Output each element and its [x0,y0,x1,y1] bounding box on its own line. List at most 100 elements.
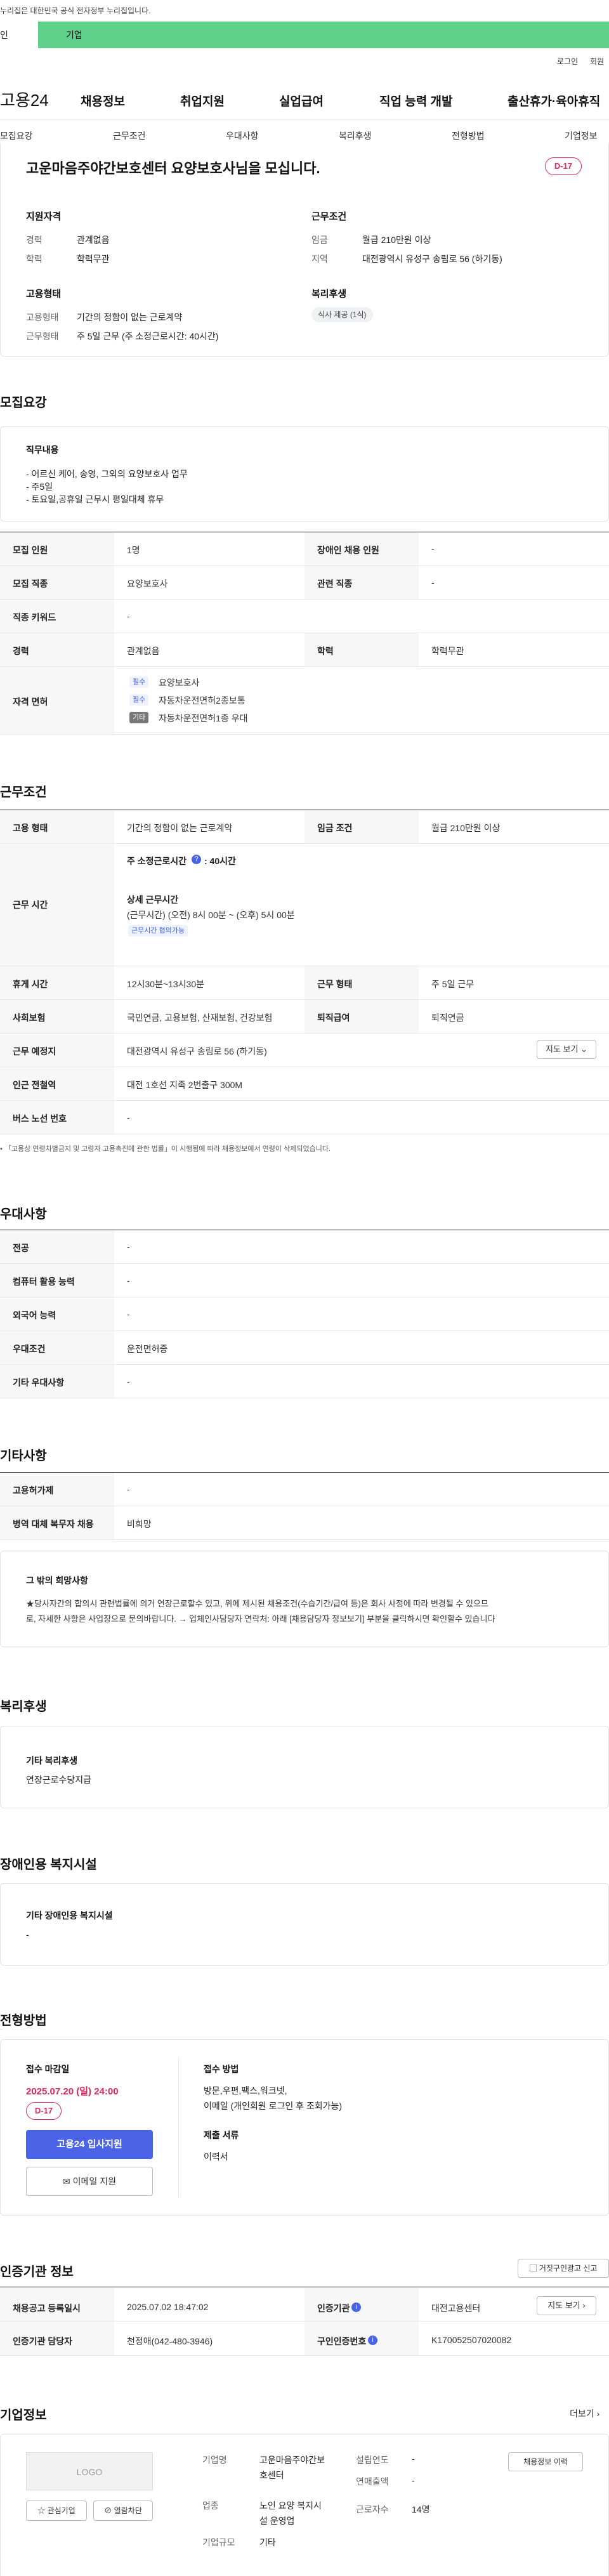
gov-notice-bar: 누리집은 대한민국 공식 전자정부 누리집입니다. [0,0,609,22]
subnav-conditions[interactable]: 근무조건 [113,129,146,142]
map-view-button[interactable]: 지도 보기 ⌄ [537,1040,596,1059]
gnb-item-vocational-training[interactable]: 직업 능력 개발 [379,92,452,109]
industry-value: 설 운영업 [259,2516,295,2526]
table-label: 모집 직종 [13,579,48,589]
company-size-value: 기타 [259,2537,276,2547]
dday-badge: D-17 [545,157,582,175]
area-label: 지역 [311,254,328,264]
favorite-company-button[interactable]: ☆ 관심기업 [26,2500,87,2521]
welfare-heading: 복리후생 [311,289,347,299]
table-value: 2025.07.02 18:47:02 [127,2302,209,2312]
subnav-welfare[interactable]: 복리후생 [339,129,372,142]
join-link[interactable]: 회원 [590,56,604,67]
gnb-item-jobs[interactable]: 채용정보 [81,92,125,109]
info-icon[interactable]: i [368,2336,377,2345]
table-label: 모집 인원 [13,545,48,555]
table-value: - [431,544,435,554]
company-section-title: 기업정보 [0,2408,47,2422]
tab-corporate[interactable]: 기업 [38,22,609,48]
license-tag: 기타 [129,712,149,723]
career-label: 경력 [26,235,43,245]
table-label: 고용 형태 [13,823,48,833]
employment-type-heading: 고용형태 [26,289,62,299]
gnb-item-employment-support[interactable]: 취업지원 [180,92,225,109]
login-link[interactable]: 로그인 [557,56,578,67]
table-label: 외국어 능력 [13,1310,56,1320]
subnav-recruit[interactable]: 모집요강 [0,129,33,142]
duty-card: 직무내용 - 어르신 케어, 송영, 그외의 요양보호사 업무 - 주5일 - … [0,426,609,522]
table-value: - [127,1309,130,1319]
disabled-section-title: 장애인용 복지시설 [0,1858,97,1872]
table-value: 퇴직연금 [431,1013,464,1023]
apply-card: 접수 마감일 2025.07.20 (일) 24:00 D-17 고용24 입사… [0,2039,609,2216]
table-label: 전공 [13,1243,29,1253]
mail-icon: ✉ [63,2176,70,2186]
founded-value: - [412,2454,415,2464]
table-value: 기간의 정함이 없는 근로계약 [127,823,233,833]
info-icon[interactable]: ? [192,855,201,864]
industry-value: 노인 요양 복지시 [259,2500,322,2511]
welfare-box-heading: 기타 복리후생 [26,1756,78,1766]
table-label: 근무 형태 [317,979,353,989]
table-value: 비희망 [127,1519,152,1529]
table-value: 국민연금, 고용보험, 산재보험, 건강보험 [127,1013,273,1023]
table-label: 구인인증번호 [317,2336,367,2346]
star-icon: ☆ [37,2506,46,2515]
disabled-card: 기타 장애인용 복지시설 - [0,1883,609,1966]
weekly-hours-value: : 40시간 [204,856,236,866]
other-wishes-card: 그 밖의 희망사항 ★당사자간의 합의시 관련법률에 의거 연장근로할수 있고,… [0,1551,609,1647]
table-label: 관련 직종 [317,579,353,589]
apply-button[interactable]: 고용24 입사지원 [26,2130,153,2159]
table-label: 근무 예정지 [13,1046,56,1056]
false-ad-report-button[interactable]: ▢ 거짓구인광고 신고 [518,2259,609,2278]
company-logo-placeholder: LOGO [26,2452,153,2490]
hiring-history-button[interactable]: 채용정보 이력 [508,2452,583,2471]
table-label: 인증기관 [317,2303,350,2313]
row-divider [0,734,609,735]
employees-label: 근로자수 [356,2504,389,2514]
license-tag: 필수 [129,694,149,706]
table-label: 장애인 채용 인원 [317,545,379,555]
emp-type-label: 고용형태 [26,312,59,322]
table-value: - [127,1275,130,1285]
block-company-button[interactable]: ⊘ 열람차단 [93,2500,153,2521]
wage-label: 임금 [311,235,328,245]
subnav-preferences[interactable]: 우대사항 [226,129,259,142]
site-logo[interactable]: 고용24 [0,88,49,111]
company-card: LOGO ☆ 관심기업 ⊘ 열람차단 기업명 고운마음주야간보 호센터 설립연도… [0,2434,609,2576]
table-value: 요양보호사 [127,579,168,589]
gnb-divider [0,119,609,120]
map-view-label: 지도 보기 [546,1044,579,1054]
table-value: 천정애(042-480-3946) [127,2336,213,2346]
age-notice: • 「고용상 연령차별금지 및 고령자 고용촉진에 관한 법률」이 시행됨에 따… [0,1145,331,1153]
wage-value: 월급 210만원 이상 [362,235,431,245]
row-divider [0,2355,609,2356]
block-icon: ⊘ [104,2506,112,2515]
company-more-link[interactable]: 더보기 › [570,2407,599,2420]
duty-line: - 어르신 케어, 송영, 그외의 요양보호사 업무 [26,469,188,479]
other-wishes-text: 로, 자세한 사항은 사업장으로 문의바랍니다. → 업체인사담당자 연락처: … [26,1614,495,1624]
work-location-value: 대전광역시 유성구 송림로 56 (하기동) [127,1046,267,1056]
subnav-company[interactable]: 기업정보 [565,129,598,142]
cert-map-button[interactable]: 지도 보기 › [537,2296,596,2315]
subnav-selection[interactable]: 전형방법 [452,129,485,142]
qualification-heading: 지원자격 [26,211,62,222]
table-label: 학력 [317,646,334,656]
tab-personal[interactable]: 인 [0,22,38,48]
info-icon[interactable]: i [351,2303,361,2312]
email-apply-button[interactable]: ✉ 이메일 지원 [26,2167,153,2196]
license-name: 요양보호사 [159,678,200,688]
work-section-title: 근무조건 [0,785,47,799]
table-value: - [127,611,130,621]
row-divider [0,2321,609,2322]
gnb-item-unemployment-benefit[interactable]: 실업급여 [279,92,324,109]
table-label: 경력 [13,646,29,656]
table-label: 자격 면허 [13,697,48,707]
other-wishes-heading: 그 밖의 희망사항 [26,1575,88,1586]
sales-value: - [412,2475,415,2485]
gnb-item-parental-leave[interactable]: 출산휴가·육아휴직 [508,92,600,109]
license-tag: 필수 [129,676,149,688]
method-line: 방문,우편,팩스,워크넷, [204,2086,287,2096]
table-value: 대전 1호선 지족 2번출구 300M [127,1080,243,1090]
conditions-heading: 근무조건 [311,211,347,222]
